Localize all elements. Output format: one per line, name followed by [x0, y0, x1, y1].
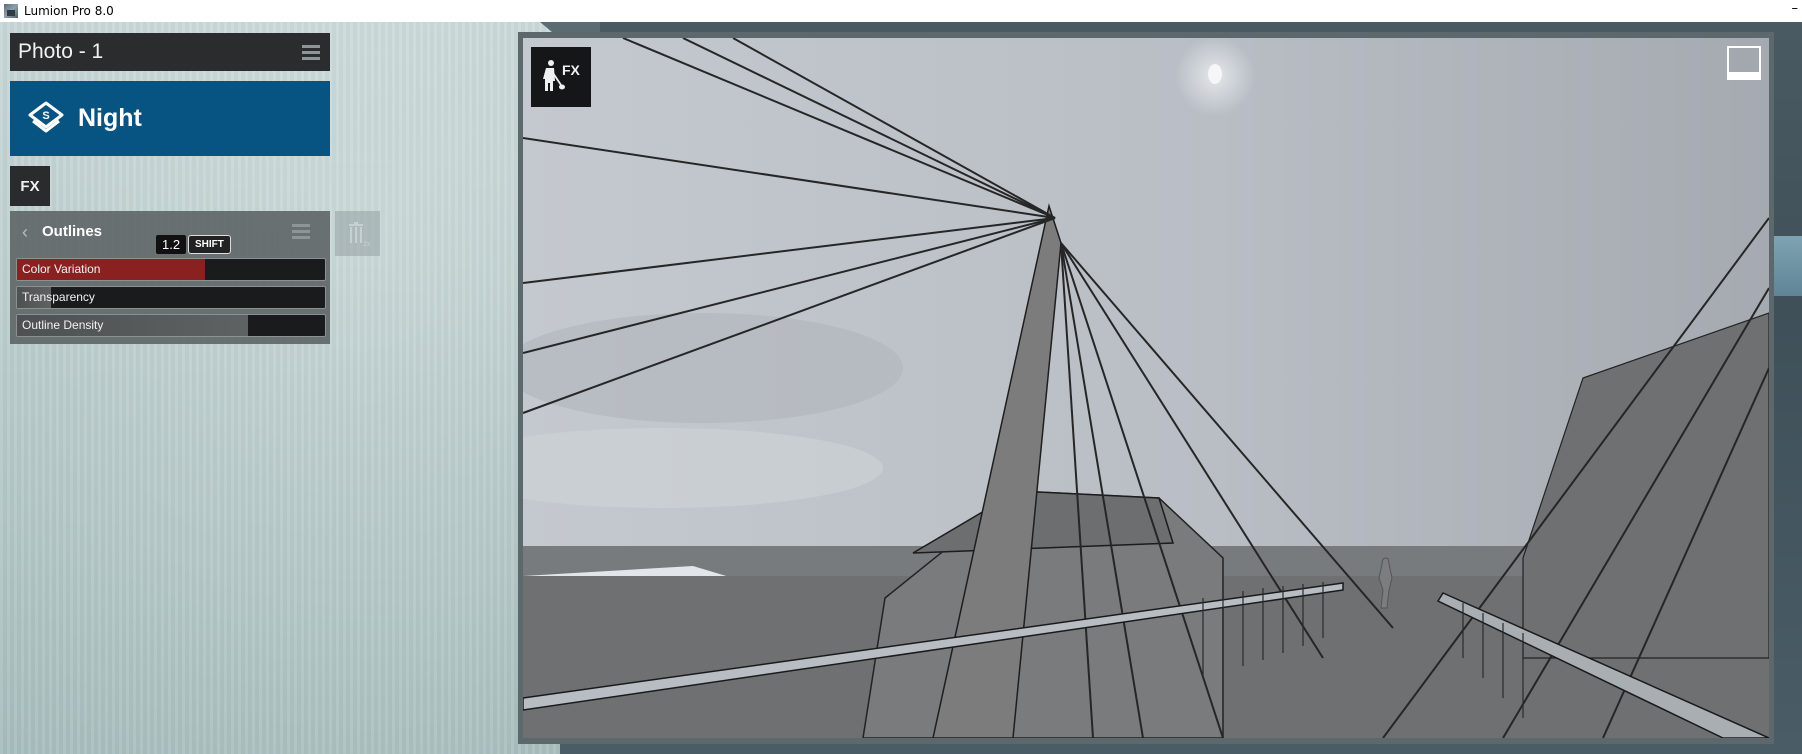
style-label: Night [78, 104, 142, 132]
slider-label: Outline Density [22, 318, 104, 332]
layered-style-icon: S [28, 101, 64, 132]
scene-render [523, 38, 1769, 738]
minimize-button[interactable]: – [1792, 2, 1799, 16]
slider-color-variation[interactable]: Color Variation [16, 258, 326, 281]
slider-label: Transparency [22, 290, 95, 304]
fx-badge-label: FX [562, 62, 580, 78]
slider-outline-density[interactable]: Outline Density [16, 314, 326, 337]
slider-transparency[interactable]: Transparency [16, 286, 326, 309]
background-blue-strip [1772, 236, 1802, 296]
style-banner-night[interactable]: S Night [10, 81, 330, 156]
render-viewport[interactable]: FX [523, 38, 1769, 738]
viewport-fx-button[interactable]: FX [531, 47, 591, 107]
moon [1208, 64, 1222, 84]
fx-button[interactable]: FX [10, 166, 50, 206]
window-title: Lumion Pro 8.0 [24, 4, 114, 18]
value-tooltip: 1.2 [156, 235, 187, 254]
lumion-app-icon [4, 4, 18, 18]
shift-hint-badge: SHIFT [188, 235, 231, 254]
photo-title[interactable]: Photo - 1 [18, 40, 103, 64]
delete-hint: 2x [363, 241, 371, 248]
delete-effect-button[interactable]: 2x [335, 211, 380, 256]
svg-text:S: S [42, 110, 49, 122]
fullscreen-button[interactable] [1727, 46, 1761, 80]
photo-header: Photo - 1 [10, 33, 330, 71]
chevron-left-icon[interactable]: ‹ [22, 222, 28, 243]
effect-panel-outlines: ‹ Outlines 1.2 SHIFT Color Variation Tra… [10, 211, 330, 344]
title-bar: Lumion Pro 8.0 – [0, 0, 1802, 22]
slider-label: Color Variation [22, 262, 101, 276]
hamburger-menu-icon[interactable] [302, 44, 320, 60]
effect-header: ‹ Outlines 1.2 SHIFT [10, 211, 330, 254]
effect-menu-icon[interactable] [292, 224, 310, 239]
trash-icon: 2x [348, 221, 371, 248]
effect-title: Outlines [42, 223, 103, 240]
